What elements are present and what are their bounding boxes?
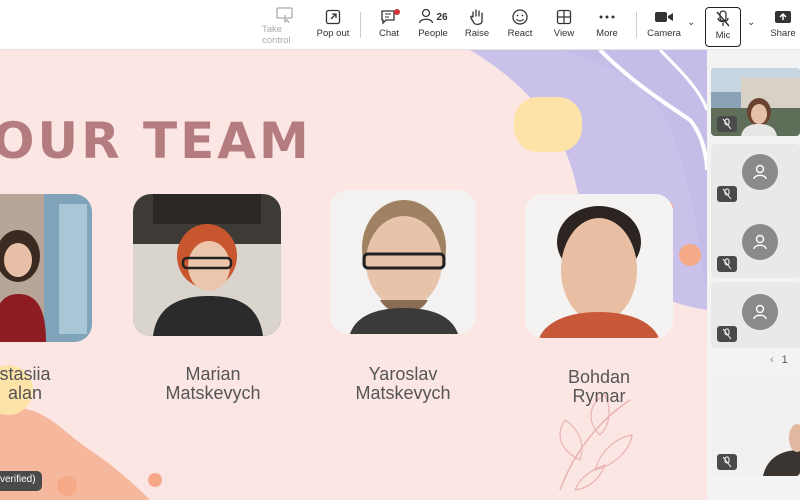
people-label: People xyxy=(418,28,448,39)
pager-prev-chevron-icon[interactable]: ‹ xyxy=(770,354,774,366)
avatar-placeholder-icon xyxy=(742,154,778,190)
react-button[interactable]: React xyxy=(506,6,534,46)
take-control-label: Take control xyxy=(262,24,291,46)
participant-video-tile[interactable] xyxy=(711,378,800,476)
mic-off-icon xyxy=(715,8,731,30)
member-first-name: Bohdan xyxy=(567,367,631,387)
participants-sidebar xyxy=(707,50,800,500)
team-member-photo xyxy=(133,194,281,336)
participant-pager: ‹ 1 xyxy=(770,354,788,366)
mic-options-chevron-icon[interactable]: ⌄ xyxy=(747,17,755,28)
participant-tile[interactable] xyxy=(711,212,800,278)
take-control-button[interactable]: Take control xyxy=(262,6,308,46)
camera-icon xyxy=(654,6,674,28)
meeting-toolbar: Take control Pop out Chat 26 People Rais… xyxy=(0,0,800,50)
mic-label: Mic xyxy=(715,30,731,41)
participant-tile[interactable] xyxy=(711,282,800,348)
view-label: View xyxy=(553,28,575,39)
team-member-photo xyxy=(330,190,476,334)
avatar-placeholder-icon xyxy=(742,224,778,260)
muted-mic-icon xyxy=(717,116,737,132)
pop-out-icon xyxy=(325,6,341,28)
camera-label: Camera xyxy=(647,28,681,39)
team-member-photo xyxy=(525,194,673,338)
view-icon xyxy=(556,6,572,28)
shared-slide: OUR TEAM stasiia alan Marian Matskevych … xyxy=(0,50,707,500)
member-last-name: alan xyxy=(7,383,43,403)
pop-out-button[interactable]: Pop out xyxy=(316,6,350,46)
member-last-name: Rymar xyxy=(572,386,626,406)
team-member-name: stasiia alan xyxy=(0,365,90,403)
more-icon xyxy=(599,6,615,28)
toolbar-divider xyxy=(360,12,361,38)
react-label: React xyxy=(507,28,533,39)
team-member-name: Bohdan Rymar xyxy=(534,368,664,406)
more-label: More xyxy=(596,28,618,39)
people-count: 26 xyxy=(436,11,448,23)
mic-button[interactable]: Mic xyxy=(705,7,741,47)
people-button[interactable]: 26 People xyxy=(416,6,450,46)
member-last-name: Matskevych xyxy=(355,383,451,403)
participant-video-tile[interactable] xyxy=(711,68,800,136)
avatar-placeholder-icon xyxy=(742,294,778,330)
slide-title: OUR TEAM xyxy=(0,112,312,170)
team-member-photo xyxy=(0,194,92,342)
team-member-name: Yaroslav Matskevych xyxy=(338,365,468,403)
share-label: Share xyxy=(770,28,796,39)
raise-hand-icon xyxy=(469,6,485,28)
member-last-name: Matskevych xyxy=(165,383,261,403)
chat-label: Chat xyxy=(378,28,400,39)
member-first-name: Yaroslav xyxy=(368,364,438,384)
chat-unread-dot xyxy=(394,9,400,15)
team-member-name: Marian Matskevych xyxy=(148,365,278,403)
member-first-name: stasiia xyxy=(0,364,51,384)
camera-button[interactable]: Camera xyxy=(647,6,681,46)
pop-out-label: Pop out xyxy=(316,28,350,39)
toolbar-divider xyxy=(636,12,637,38)
react-icon xyxy=(512,6,528,28)
share-button[interactable]: Share xyxy=(770,6,796,46)
muted-mic-icon xyxy=(717,326,737,342)
muted-mic-icon xyxy=(717,454,737,470)
muted-mic-icon xyxy=(717,186,737,202)
pager-page-number: 1 xyxy=(781,354,788,366)
presenter-name-tag: verified) xyxy=(0,471,42,491)
member-first-name: Marian xyxy=(185,364,241,384)
take-control-icon xyxy=(276,6,294,24)
camera-options-chevron-icon[interactable]: ⌄ xyxy=(687,17,695,28)
raise-hand-label: Raise xyxy=(464,28,490,39)
more-button[interactable]: More xyxy=(594,6,620,46)
raise-hand-button[interactable]: Raise xyxy=(464,6,490,46)
share-icon xyxy=(774,6,792,28)
people-icon xyxy=(418,8,434,27)
muted-mic-icon xyxy=(717,256,737,272)
view-button[interactable]: View xyxy=(552,6,576,46)
